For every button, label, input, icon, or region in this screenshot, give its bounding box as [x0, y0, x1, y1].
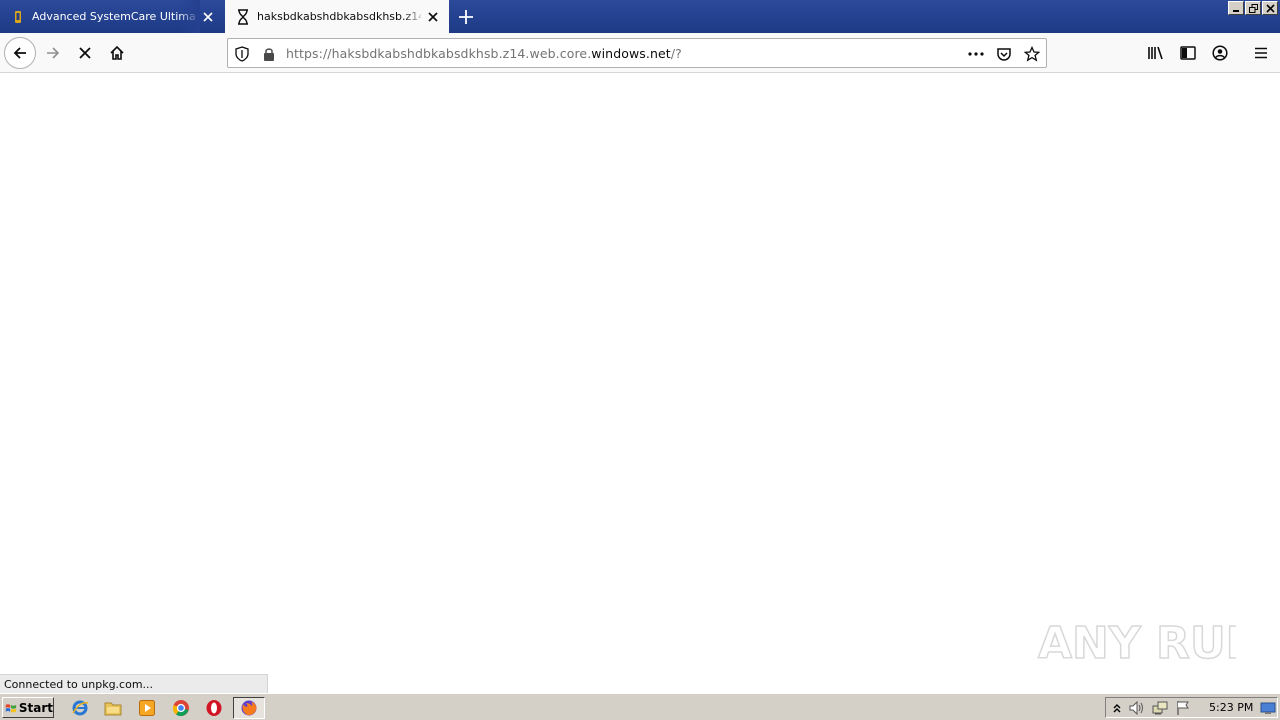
- start-label: Start: [18, 700, 53, 715]
- page-actions-menu-icon[interactable]: [967, 45, 985, 63]
- forward-button[interactable]: [37, 37, 69, 69]
- status-panel: Connected to unpkg.com...: [0, 674, 268, 693]
- loading-hourglass-icon: [235, 8, 251, 25]
- network-icon[interactable]: [1152, 700, 1168, 716]
- arrow-left-icon: [13, 47, 26, 59]
- opera-icon[interactable]: [204, 698, 224, 718]
- window-controls: [1228, 1, 1278, 15]
- pocket-icon[interactable]: [995, 45, 1013, 63]
- show-hidden-icons-icon[interactable]: [1109, 700, 1125, 716]
- sidebar-button[interactable]: [1176, 41, 1200, 65]
- stop-x-icon: [79, 47, 91, 59]
- navigation-toolbar: https://haksbdkabshdbkabsdkhsb.z14.web.c…: [0, 33, 1280, 73]
- arrow-right-icon: [47, 47, 60, 59]
- media-player-icon[interactable]: [137, 698, 157, 718]
- home-icon: [110, 45, 124, 60]
- plus-icon: [459, 10, 473, 24]
- tab-title: haksbdkabshdbkabsdkhsb.z14.web.core.wind…: [257, 10, 421, 23]
- windows-logo-icon: [5, 703, 17, 712]
- lock-icon[interactable]: [260, 45, 278, 63]
- home-button[interactable]: [101, 37, 133, 69]
- clock[interactable]: 5:23 PM: [1209, 701, 1253, 714]
- file-explorer-icon[interactable]: [103, 698, 123, 718]
- status-text: Connected to unpkg.com...: [4, 678, 154, 691]
- tracking-protection-shield-icon[interactable]: [233, 45, 251, 63]
- tab-advanced-systemcare[interactable]: Advanced SystemCare Ultimate 15: [0, 0, 224, 33]
- tab-title: Advanced SystemCare Ultimate 15: [32, 10, 196, 23]
- close-window-button[interactable]: [1262, 1, 1278, 15]
- sidebar-icon: [1180, 46, 1196, 60]
- tab-active-page[interactable]: haksbdkabshdbkabsdkhsb.z14.web.core.wind…: [225, 0, 449, 33]
- hamburger-menu-icon: [1255, 47, 1267, 59]
- close-tab-icon[interactable]: [425, 9, 441, 25]
- firefox-taskbar-button[interactable]: [233, 697, 265, 719]
- internet-explorer-icon[interactable]: [70, 698, 90, 718]
- action-center-flag-icon[interactable]: [1175, 700, 1191, 716]
- account-icon: [1212, 45, 1228, 61]
- tab-strip: Advanced SystemCare Ultimate 15 haksbdka…: [0, 0, 1280, 33]
- url-text[interactable]: https://haksbdkabshdbkabsdkhsb.z14.web.c…: [286, 46, 682, 61]
- account-button[interactable]: [1208, 41, 1232, 65]
- show-desktop-icon[interactable]: [1260, 700, 1276, 716]
- asc-app-icon: [10, 9, 26, 25]
- back-button[interactable]: [4, 37, 36, 69]
- address-bar[interactable]: https://haksbdkabshdbkabsdkhsb.z14.web.c…: [227, 38, 1047, 68]
- chrome-icon[interactable]: [171, 698, 191, 718]
- bookmark-star-icon[interactable]: [1023, 45, 1041, 63]
- close-tab-icon[interactable]: [200, 9, 216, 25]
- windows-taskbar: Start 5:23 PM: [0, 693, 1280, 720]
- start-button[interactable]: Start: [2, 697, 54, 718]
- firefox-icon: [241, 700, 257, 716]
- new-tab-button[interactable]: [454, 5, 478, 29]
- library-button[interactable]: [1144, 41, 1168, 65]
- anyrun-watermark: ANY RUN: [1036, 606, 1263, 676]
- library-icon: [1148, 46, 1163, 60]
- stop-loading-button[interactable]: [69, 37, 101, 69]
- system-tray: 5:23 PM: [1105, 697, 1278, 718]
- watermark-text: ANY RUN: [1038, 618, 1236, 669]
- page-content: [0, 74, 1280, 692]
- minimize-button[interactable]: [1228, 1, 1244, 15]
- restore-button[interactable]: [1245, 1, 1261, 15]
- volume-icon[interactable]: [1129, 700, 1145, 716]
- menu-button[interactable]: [1249, 41, 1273, 65]
